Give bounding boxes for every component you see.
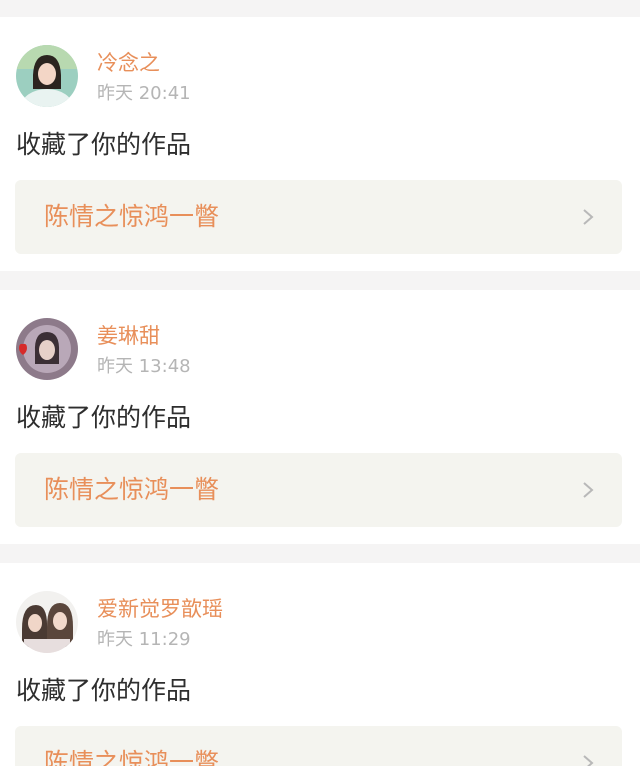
username[interactable]: 姜琳甜: [97, 323, 160, 349]
work-title: 陈情之惊鸿一瞥: [44, 748, 220, 766]
work-link[interactable]: 陈情之惊鸿一瞥: [15, 180, 622, 254]
username[interactable]: 爱新觉罗歆瑶: [97, 596, 223, 622]
action-text: 收藏了你的作品: [16, 130, 192, 159]
work-title: 陈情之惊鸿一瞥: [44, 202, 220, 231]
avatar[interactable]: [16, 591, 78, 653]
notification-card: 冷念之 昨天 20:41 收藏了你的作品 陈情之惊鸿一瞥: [0, 17, 640, 271]
chevron-right-icon: [582, 208, 594, 226]
action-text: 收藏了你的作品: [16, 676, 192, 705]
work-link[interactable]: 陈情之惊鸿一瞥: [15, 453, 622, 527]
timestamp: 昨天 11:29: [97, 629, 191, 650]
avatar[interactable]: [16, 318, 78, 380]
notification-card: 姜琳甜 昨天 13:48 收藏了你的作品 陈情之惊鸿一瞥: [0, 290, 640, 544]
chevron-right-icon: [582, 481, 594, 499]
action-text: 收藏了你的作品: [16, 403, 192, 432]
chevron-right-icon: [582, 754, 594, 766]
username[interactable]: 冷念之: [97, 50, 160, 76]
work-link[interactable]: 陈情之惊鸿一瞥: [15, 726, 622, 766]
timestamp: 昨天 20:41: [97, 83, 191, 104]
notification-card: 爱新觉罗歆瑶 昨天 11:29 收藏了你的作品 陈情之惊鸿一瞥: [0, 563, 640, 766]
avatar[interactable]: [16, 45, 78, 107]
work-title: 陈情之惊鸿一瞥: [44, 475, 220, 504]
timestamp: 昨天 13:48: [97, 356, 191, 377]
notification-feed: 冷念之 昨天 20:41 收藏了你的作品 陈情之惊鸿一瞥 姜琳甜 昨天 13:4…: [0, 0, 640, 766]
